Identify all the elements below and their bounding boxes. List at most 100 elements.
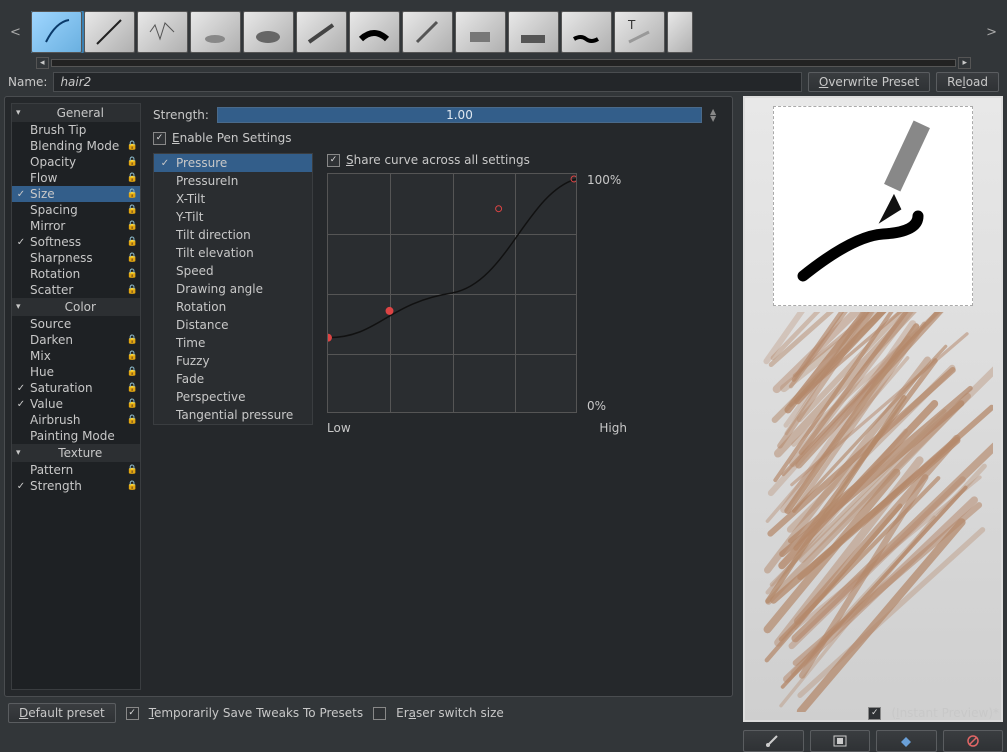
category-item[interactable]: Airbrush🔒 [12, 412, 140, 428]
sensor-item[interactable]: Perspective [154, 388, 312, 406]
svg-text:T: T [627, 18, 636, 32]
overwrite-preset-button[interactable]: Overwrite Preset [808, 72, 930, 92]
lock-icon: 🔒 [127, 335, 138, 345]
category-header[interactable]: ▾General [12, 104, 140, 122]
category-item[interactable]: ✓Strength🔒 [12, 478, 140, 494]
category-item[interactable]: Blending Mode🔒 [12, 138, 140, 154]
sensor-item[interactable]: Fuzzy [154, 352, 312, 370]
category-item[interactable]: Painting Mode [12, 428, 140, 444]
category-item[interactable]: ✓Size🔒 [12, 186, 140, 202]
preset-thumb[interactable] [84, 11, 135, 53]
category-item[interactable]: Darken🔒 [12, 332, 140, 348]
fill-mode-button[interactable] [876, 730, 937, 752]
sensor-item[interactable]: Drawing angle [154, 280, 312, 298]
preset-next-button[interactable]: > [980, 25, 1003, 40]
sensor-item[interactable]: Speed [154, 262, 312, 280]
sensor-item[interactable]: Rotation [154, 298, 312, 316]
preset-thumb[interactable]: T [614, 11, 665, 53]
category-item[interactable]: Mirror🔒 [12, 218, 140, 234]
category-header[interactable]: ▾Color [12, 298, 140, 316]
temp-save-checkbox[interactable] [126, 707, 139, 720]
enable-pen-checkbox[interactable] [153, 132, 166, 145]
lock-icon: 🔒 [127, 253, 138, 263]
lock-icon: 🔒 [127, 351, 138, 361]
lock-icon: 🔒 [127, 383, 138, 393]
lock-icon: 🔒 [127, 481, 138, 491]
preset-thumb[interactable] [667, 11, 693, 53]
sensor-item[interactable]: Tangential pressure [154, 406, 312, 424]
preset-name-input[interactable] [53, 72, 801, 92]
category-item[interactable]: Hue🔒 [12, 364, 140, 380]
category-item[interactable]: Rotation🔒 [12, 266, 140, 282]
sensor-item[interactable]: Tilt direction [154, 226, 312, 244]
preset-thumb[interactable] [190, 11, 241, 53]
category-item[interactable]: Scatter🔒 [12, 282, 140, 298]
instant-preview-checkbox[interactable] [868, 707, 881, 720]
sensor-list[interactable]: ✓PressurePressureInX-TiltY-TiltTilt dire… [153, 153, 313, 425]
curve-y-min: 0% [587, 399, 621, 413]
reload-button[interactable]: Reload [936, 72, 999, 92]
category-item[interactable]: ✓Saturation🔒 [12, 380, 140, 396]
category-item[interactable]: Opacity🔒 [12, 154, 140, 170]
strength-label: Strength: [153, 108, 209, 122]
strength-spinbox[interactable]: ▲▼ [710, 109, 722, 122]
preset-thumb[interactable] [296, 11, 347, 53]
category-item[interactable]: Source [12, 316, 140, 332]
scroll-left-icon[interactable]: ◂ [36, 57, 49, 69]
enable-pen-label: Enable Pen Settings [172, 131, 292, 145]
lock-icon: 🔒 [127, 237, 138, 247]
brush-preview [743, 96, 1003, 722]
category-item[interactable]: Pattern🔒 [12, 462, 140, 478]
category-item[interactable]: Brush Tip [12, 122, 140, 138]
lock-icon: 🔒 [127, 141, 138, 151]
share-curve-checkbox[interactable] [327, 154, 340, 167]
lock-icon: 🔒 [127, 221, 138, 231]
preset-thumb[interactable] [31, 11, 82, 53]
settings-category-list[interactable]: ▾GeneralBrush TipBlending Mode🔒Opacity🔒F… [11, 103, 141, 690]
sensor-item[interactable]: Distance [154, 316, 312, 334]
category-header[interactable]: ▾Texture [12, 444, 140, 462]
category-item[interactable]: ✓Softness🔒 [12, 234, 140, 250]
sensor-item[interactable]: Y-Tilt [154, 208, 312, 226]
lock-icon: 🔒 [127, 465, 138, 475]
clear-button[interactable] [943, 730, 1004, 752]
preset-scrollbar[interactable] [51, 59, 957, 67]
category-item[interactable]: Mix🔒 [12, 348, 140, 364]
tile-mode-button[interactable] [810, 730, 871, 752]
sensor-item[interactable]: Tilt elevation [154, 244, 312, 262]
sensor-item[interactable]: Time [154, 334, 312, 352]
scroll-right-icon[interactable]: ▸ [958, 57, 971, 69]
category-item[interactable]: Spacing🔒 [12, 202, 140, 218]
sensor-item[interactable]: X-Tilt [154, 190, 312, 208]
lock-icon: 🔒 [127, 269, 138, 279]
preset-thumbnails: T [31, 11, 976, 53]
preset-thumb[interactable] [137, 11, 188, 53]
category-item[interactable]: Flow🔒 [12, 170, 140, 186]
preset-thumb[interactable] [402, 11, 453, 53]
share-curve-label: Share curve across all settings [346, 153, 530, 167]
brush-mode-button[interactable] [743, 730, 804, 752]
sensor-item[interactable]: ✓Pressure [154, 154, 312, 172]
lock-icon: 🔒 [127, 415, 138, 425]
default-preset-button[interactable]: Default preset [8, 703, 116, 723]
preset-prev-button[interactable]: < [4, 25, 27, 40]
lock-icon: 🔒 [127, 399, 138, 409]
strength-slider[interactable]: 1.00 [217, 107, 702, 123]
curve-editor[interactable] [327, 173, 577, 413]
eraser-switch-checkbox[interactable] [373, 707, 386, 720]
preset-thumb[interactable] [561, 11, 612, 53]
category-item[interactable]: ✓Value🔒 [12, 396, 140, 412]
temp-save-label: Temporarily Save Tweaks To Presets [149, 706, 363, 720]
sensor-item[interactable]: Fade [154, 370, 312, 388]
preset-thumb[interactable] [455, 11, 506, 53]
sensor-item[interactable]: PressureIn [154, 172, 312, 190]
instant-preview-label: (Instant Preview)* [891, 706, 999, 720]
brush-tip-preview [773, 106, 973, 306]
preset-strip: < T > ◂ ▸ [4, 4, 1003, 68]
preset-thumb[interactable] [243, 11, 294, 53]
preset-thumb[interactable] [508, 11, 559, 53]
preset-thumb[interactable] [349, 11, 400, 53]
lock-icon: 🔒 [127, 367, 138, 377]
category-item[interactable]: Sharpness🔒 [12, 250, 140, 266]
lock-icon: 🔒 [127, 189, 138, 199]
